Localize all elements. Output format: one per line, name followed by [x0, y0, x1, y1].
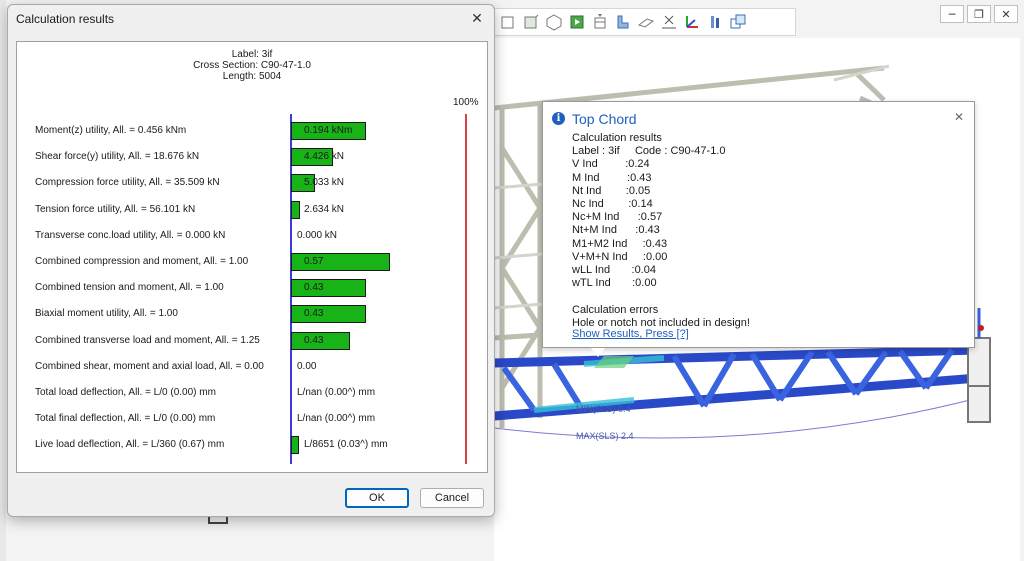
view-render-button[interactable] — [566, 11, 587, 33]
tooltip-line: Nc Ind :0.14 — [572, 198, 653, 210]
tooltip-line: wTL Ind :0.00 — [572, 277, 657, 290]
show-results-link[interactable]: Show Results, Press [?] — [572, 328, 689, 340]
window-controls: ─ ❐ ✕ — [940, 5, 1018, 23]
result-row-value: 4.426 kN — [304, 151, 345, 163]
min-sls-label: MIN(SLS) 0.4 — [576, 404, 631, 414]
view-front-button[interactable] — [497, 11, 518, 33]
result-row-bar — [291, 200, 300, 219]
result-row-value: L/8651 (0.03^) mm — [304, 439, 388, 451]
window-edge — [0, 0, 6, 561]
tooltip-close-button[interactable]: ✕ — [954, 110, 964, 124]
result-row-label: Transverse conc.load utility, All. = 0.0… — [35, 229, 226, 241]
axis-x-icon — [661, 15, 676, 29]
result-row-label: Combined shear, moment and axial load, A… — [35, 360, 264, 372]
result-row-bar — [291, 436, 299, 455]
delete-axis-button[interactable] — [658, 11, 679, 33]
member-button[interactable] — [704, 11, 725, 33]
member-label: Label: 3if — [231, 49, 273, 60]
move-view-button[interactable] — [727, 11, 748, 33]
cube-side-icon — [524, 14, 538, 29]
result-row-label: Total final deflection, All. = L/0 (0.00… — [35, 413, 216, 425]
cross-section-label: Cross Section: C90-47-1.0 — [193, 60, 311, 71]
result-row-value: 0.43 — [304, 282, 324, 294]
scale-100-label: 100% — [453, 97, 479, 108]
minimize-icon: ─ — [948, 7, 956, 21]
view-iso-button[interactable] — [543, 11, 564, 33]
result-row-bar — [291, 279, 366, 298]
length-label: Length: 5004 — [222, 71, 282, 82]
result-row-value: 0.43 — [304, 334, 324, 346]
result-row-value: L/nan (0.00^) mm — [297, 413, 376, 425]
results-panel: Label: 3if Cross Section: C90-47-1.0 Len… — [16, 41, 488, 473]
result-row-value: 5.033 kN — [304, 177, 345, 189]
axes-button[interactable] — [681, 11, 702, 33]
max-sls-label: MAX(SLS) 2.4 — [576, 431, 634, 441]
minimize-button[interactable]: ─ — [940, 5, 964, 23]
result-row-value: 0.43 — [304, 308, 324, 320]
result-row-label: Compression force utility, All. = 35.509… — [35, 177, 220, 189]
result-row-label: Biaxial moment utility, All. = 1.00 — [35, 308, 178, 320]
tooltip-line: Calculation errors — [572, 303, 659, 316]
tooltip-line: Nt+M Ind :0.43 — [572, 224, 660, 237]
plane-icon — [637, 18, 654, 28]
tooltip-title: Top Chord — [572, 111, 637, 127]
top-chord-tooltip: i Top Chord ✕ Calculation results Label :… — [542, 101, 975, 357]
close-icon: ✕ — [471, 11, 483, 27]
cube-iso-icon — [546, 14, 561, 31]
result-row-value: L/nan (0.00^) mm — [297, 387, 376, 398]
result-row-bar — [291, 305, 366, 324]
result-row-value: 0.000 kN — [297, 229, 338, 241]
result-row-label: Live load deflection, All. = L/360 (0.67… — [35, 439, 225, 451]
limit-axis-line — [465, 114, 467, 464]
tooltip-line: Label : 3if Code : C90-47-1.0 — [572, 145, 726, 158]
result-row-label: Total load deflection, All. = L/0 (0.00)… — [35, 387, 216, 398]
layers-button[interactable] — [589, 11, 610, 33]
result-row-value: 0.57 — [304, 256, 324, 267]
info-icon: i — [552, 112, 565, 125]
bracket-mark — [208, 516, 228, 524]
plane-button[interactable] — [635, 11, 656, 33]
result-row-label: Combined transverse load and moment, All… — [35, 334, 260, 346]
close-icon: ✕ — [1001, 7, 1011, 21]
tooltip-line: Nc+M Ind :0.57 — [572, 211, 663, 224]
tooltip-line: Calculation results — [572, 132, 662, 144]
result-row-value: 2.634 kN — [304, 203, 345, 215]
result-row-label: Tension force utility, All. = 56.101 kN — [35, 203, 196, 215]
calculation-results-dialog: Calculation results ✕ Label: 3if Cross S… — [7, 4, 495, 517]
cancel-button[interactable]: Cancel — [420, 488, 484, 508]
cube-front-icon — [501, 16, 513, 29]
result-row-label: Shear force(y) utility, All. = 18.676 kN — [35, 151, 200, 163]
dialog-titlebar[interactable]: Calculation results ✕ — [8, 5, 494, 33]
tooltip-line: Nt Ind :0.05 — [572, 184, 651, 197]
result-row-label: Combined compression and moment, All. = … — [35, 256, 249, 267]
axes-icon — [685, 16, 698, 28]
tooltip-line: M1+M2 Ind :0.43 — [572, 237, 668, 250]
close-window-button[interactable]: ✕ — [994, 5, 1018, 23]
dialog-close-button[interactable]: ✕ — [466, 8, 488, 30]
layers-icon — [594, 14, 605, 29]
restore-icon: ❐ — [974, 7, 984, 21]
result-row-value: 0.194 kNm — [304, 125, 353, 136]
close-icon: ✕ — [953, 110, 964, 124]
tooltip-line: M Ind :0.43 — [572, 171, 652, 184]
view-toolbar — [494, 8, 796, 36]
result-row-value: 0.00 — [297, 360, 317, 372]
view-side-button[interactable] — [520, 11, 541, 33]
section-icon — [617, 15, 628, 29]
tooltip-pointer — [591, 348, 605, 357]
section-button[interactable] — [612, 11, 633, 33]
restore-button[interactable]: ❐ — [967, 5, 991, 23]
member-icon — [710, 16, 719, 28]
play-cube-icon — [570, 15, 583, 29]
tooltip-line: Hole or notch not included in design! — [572, 316, 750, 329]
result-row-label: Combined tension and moment, All. = 1.00 — [35, 282, 224, 294]
ok-button[interactable]: OK — [345, 488, 409, 508]
move-view-icon — [730, 14, 745, 29]
tooltip-line: V+M+N Ind :0.00 — [572, 250, 668, 263]
tooltip-line: V Ind :0.24 — [572, 158, 650, 171]
tooltip-line: wLL Ind :0.04 — [572, 264, 656, 276]
result-row-label: Moment(z) utility, All. = 0.456 kNm — [35, 125, 187, 136]
dialog-title: Calculation results — [16, 12, 115, 26]
